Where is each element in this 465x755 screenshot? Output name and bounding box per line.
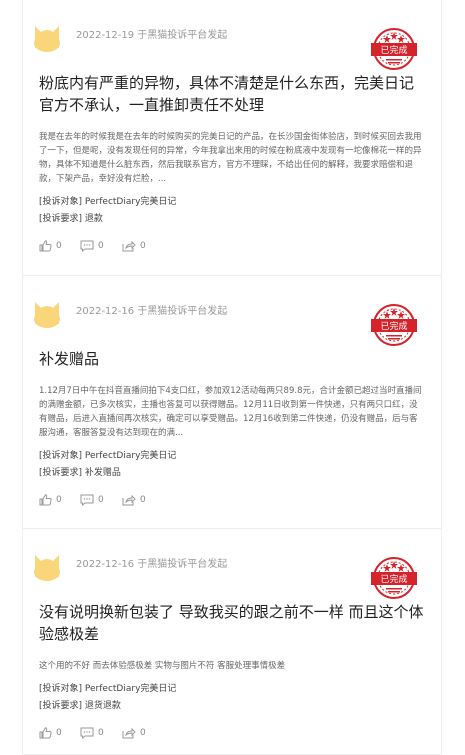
request-label: [投诉要求] [39,214,83,224]
target-value: PerfectDiary完美日记 [84,451,177,461]
share-icon [122,727,136,739]
post-meta: 2022-12-19 于黑猫投诉平台发起 [76,30,228,41]
thumbs-up-icon [39,727,52,739]
target-label: [投诉对象] [39,684,83,694]
comment-count: 0 [98,495,104,505]
action-bar: 0 0 0 [39,494,425,510]
like-button[interactable]: 0 [39,494,62,506]
cat-avatar-icon [34,555,60,581]
card-header: 2022-12-16 于黑猫投诉平台发起 已完成 [23,294,441,346]
comment-count: 0 [98,728,104,738]
comment-count: 0 [98,241,104,251]
share-icon [122,240,136,252]
target-value: PerfectDiary完美日记 [84,197,177,207]
complaint-body: 1.12月7日中午在抖音直播间拍下4支口红，参加双12活动每两只89.8元，合计… [39,386,422,438]
like-count: 0 [56,241,62,251]
card-header: 2022-12-19 于黑猫投诉平台发起 已完成 [23,18,441,70]
thumbs-up-icon [39,240,52,252]
cat-avatar-icon [34,302,60,328]
card-header: 2022-12-16 于黑猫投诉平台发起 已完成 [23,547,441,599]
complaint-title[interactable]: 补发赠品 [39,348,425,370]
thumbs-up-icon [39,494,52,506]
comment-button[interactable]: 0 [80,494,104,506]
comment-icon [80,727,94,739]
complaint-body: 这个用的不好 而去体验感极差 实物与图片不符 客服处理事情极差 [39,661,286,671]
request-label: [投诉要求] [39,701,83,711]
request-value: 退货退款 [84,701,121,711]
like-count: 0 [56,495,62,505]
complaint-target: [投诉对象] PerfectDiary完美日记 [39,448,425,465]
target-label: [投诉对象] [39,197,83,207]
share-count: 0 [140,241,146,251]
comment-button[interactable]: 0 [80,240,104,252]
completed-stamp-icon: 已完成 [371,28,417,70]
completed-stamp-icon: 已完成 [371,304,417,346]
comment-icon [80,494,94,506]
stamp-text: 已完成 [380,320,407,332]
complaint-card[interactable]: 2022-12-16 于黑猫投诉平台发起 已完成 补发赠品 1.12月7日中午在… [23,276,441,529]
stamp-text: 已完成 [380,44,407,56]
complaint-request: [投诉要求] 补发赠品 [39,465,425,482]
complaint-target: [投诉对象] PerfectDiary完美日记 [39,194,425,211]
complaint-target: [投诉对象] PerfectDiary完美日记 [39,681,425,698]
stamp-text: 已完成 [380,573,407,585]
request-label: [投诉要求] [39,468,83,478]
share-button[interactable]: 0 [122,727,146,739]
share-button[interactable]: 0 [122,494,146,506]
like-button[interactable]: 0 [39,240,62,252]
share-icon [122,494,136,506]
like-count: 0 [56,728,62,738]
request-value: 退款 [84,214,103,224]
cat-avatar-icon [34,26,60,52]
like-button[interactable]: 0 [39,727,62,739]
comment-icon [80,240,94,252]
completed-stamp-icon: 已完成 [371,557,417,599]
target-label: [投诉对象] [39,451,83,461]
post-meta: 2022-12-16 于黑猫投诉平台发起 [76,559,228,570]
complaint-feed: 2022-12-19 于黑猫投诉平台发起 已完成 粉底内有严重的异物，具体不清楚… [23,0,441,755]
share-button[interactable]: 0 [122,240,146,252]
complaint-card[interactable]: 2022-12-16 于黑猫投诉平台发起 已完成 没有说明换新包装了 导致我买的… [23,529,441,755]
share-count: 0 [140,495,146,505]
complaint-request: [投诉要求] 退款 [39,211,425,228]
request-value: 补发赠品 [84,468,121,478]
complaint-card[interactable]: 2022-12-19 于黑猫投诉平台发起 已完成 粉底内有严重的异物，具体不清楚… [23,0,441,276]
right-divider [441,0,442,755]
complaint-title[interactable]: 粉底内有严重的异物，具体不清楚是什么东西，完美日记官方不承认，一直推卸责任不处理 [39,72,425,116]
complaint-title[interactable]: 没有说明换新包装了 导致我买的跟之前不一样 而且这个体验感极差 [39,601,425,645]
post-meta: 2022-12-16 于黑猫投诉平台发起 [76,306,228,317]
target-value: PerfectDiary完美日记 [84,684,177,694]
action-bar: 0 0 0 [39,727,425,743]
action-bar: 0 0 0 [39,240,425,256]
complaint-body: 我是在去年的时候我是在去年的时候购买的完美日记的产品，在长沙国金街体验店，到时候… [39,132,422,184]
complaint-request: [投诉要求] 退货退款 [39,698,425,715]
share-count: 0 [140,728,146,738]
comment-button[interactable]: 0 [80,727,104,739]
